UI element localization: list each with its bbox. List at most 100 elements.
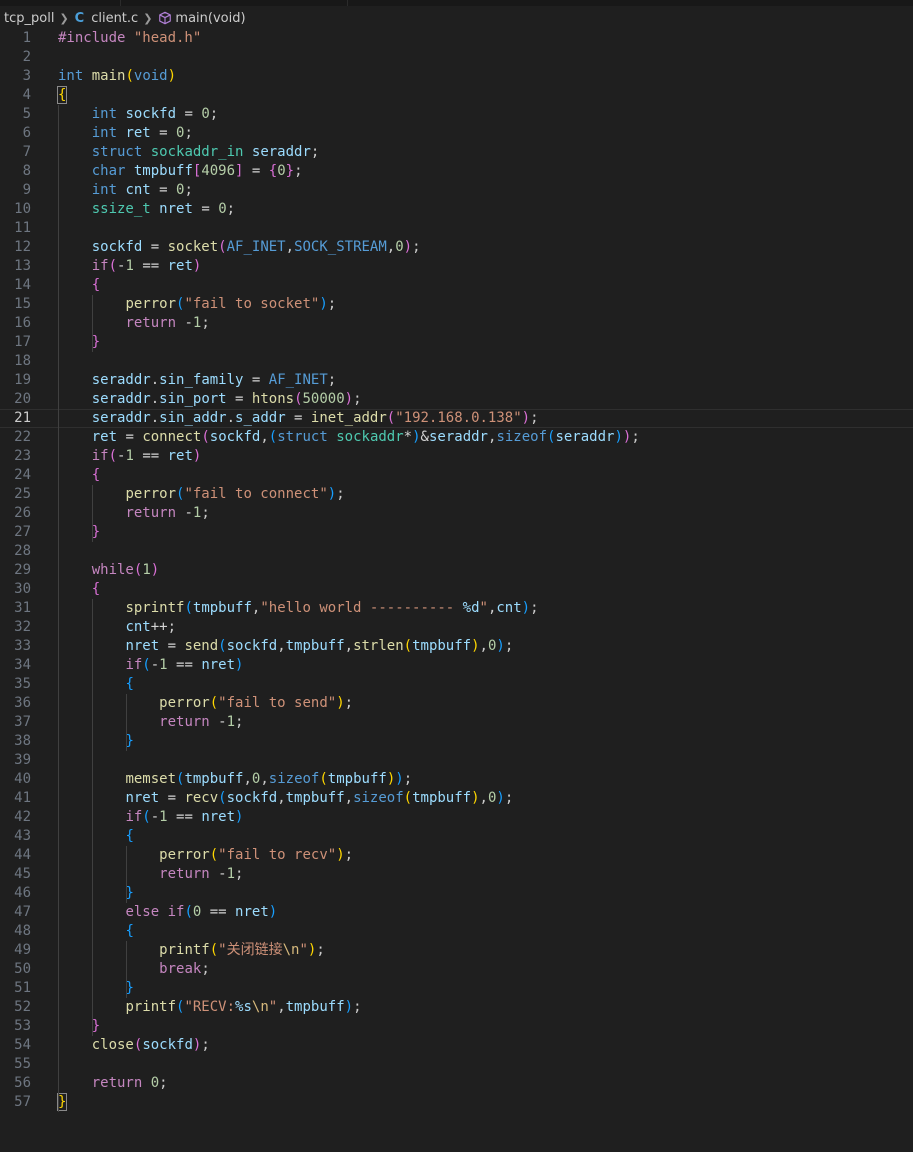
code-text: sockfd = socket(AF_INET,SOCK_STREAM,0); xyxy=(58,238,421,257)
code-line[interactable]: 45 return -1; xyxy=(0,865,913,884)
code-line[interactable]: 51 } xyxy=(0,979,913,998)
code-token: , xyxy=(479,790,488,806)
code-token: . xyxy=(150,410,160,426)
code-line[interactable]: 12 sockfd = socket(AF_INET,SOCK_STREAM,0… xyxy=(0,238,913,257)
code-line[interactable]: 28 xyxy=(0,542,913,561)
code-line[interactable]: 19 seraddr.sin_family = AF_INET; xyxy=(0,371,913,390)
code-line[interactable]: 42 if(-1 == nret) xyxy=(0,808,913,827)
breadcrumb-folder[interactable]: tcp_poll xyxy=(4,11,54,26)
code-token: ) xyxy=(614,429,623,445)
code-line[interactable]: 10 ssize_t nret = 0; xyxy=(0,200,913,219)
code-line[interactable]: 5 int sockfd = 0; xyxy=(0,105,913,124)
code-line[interactable]: 55 xyxy=(0,1055,913,1074)
code-line[interactable]: 24 { xyxy=(0,466,913,485)
code-token: ) xyxy=(471,638,480,654)
code-line[interactable]: 9 int cnt = 0; xyxy=(0,181,913,200)
code-line[interactable]: 11 xyxy=(0,219,913,238)
code-token: ( xyxy=(268,429,278,445)
code-line[interactable]: 16 return -1; xyxy=(0,314,913,333)
code-line[interactable]: 30 { xyxy=(0,580,913,599)
code-line[interactable]: 38 } xyxy=(0,732,913,751)
indent-guide xyxy=(92,295,93,352)
code-token: * xyxy=(403,429,413,445)
code-line[interactable]: 2 xyxy=(0,48,913,67)
breadcrumb-file[interactable]: client.c xyxy=(91,11,138,26)
code-line[interactable]: 1 #include "head.h" xyxy=(0,29,913,48)
code-line[interactable]: 39 xyxy=(0,751,913,770)
code-text: printf("关闭链接\n"); xyxy=(58,941,325,960)
code-text: while(1) xyxy=(58,561,159,580)
code-editor[interactable]: 1 #include "head.h" 2 3 int main(void) 4{5 in… xyxy=(0,29,913,1112)
code-line[interactable]: 46 } xyxy=(0,884,913,903)
code-token: tmpbuff xyxy=(285,638,345,654)
code-token: cnt xyxy=(496,600,522,616)
code-line[interactable]: 22 ret = connect(sockfd,(struct sockaddr… xyxy=(0,428,913,447)
code-line[interactable]: 56 return 0; xyxy=(0,1074,913,1093)
code-line[interactable]: 7 struct sockaddr_in seraddr; xyxy=(0,143,913,162)
code-text: else if(0 == nret) xyxy=(58,903,277,922)
code-token: 1 xyxy=(125,448,134,464)
code-line[interactable]: 13 if(-1 == ret) xyxy=(0,257,913,276)
code-line[interactable]: 14 { xyxy=(0,276,913,295)
code-line[interactable]: 20 seraddr.sin_port = htons(50000); xyxy=(0,390,913,409)
code-token: = xyxy=(159,790,185,806)
code-token: while xyxy=(91,562,134,578)
code-token: , xyxy=(277,790,286,806)
code-token: ; xyxy=(184,125,193,141)
code-line[interactable]: 31 sprintf(tmpbuff,"hello world --------… xyxy=(0,599,913,618)
code-line[interactable]: 33 nret = send(sockfd,tmpbuff,strlen(tmp… xyxy=(0,637,913,656)
breadcrumb-symbol[interactable]: main(void) xyxy=(175,11,245,26)
code-line[interactable]: 32 cnt++; xyxy=(0,618,913,637)
line-number: 5 xyxy=(22,106,31,122)
code-line[interactable]: 25 perror("fail to connect"); xyxy=(0,485,913,504)
code-token: = xyxy=(159,638,185,654)
code-line[interactable]: 41 nret = recv(sockfd,tmpbuff,sizeof(tmp… xyxy=(0,789,913,808)
code-line[interactable]: 40 memset(tmpbuff,0,sizeof(tmpbuff)); xyxy=(0,770,913,789)
code-token: 50000 xyxy=(302,391,345,407)
code-line[interactable]: 34 if(-1 == nret) xyxy=(0,656,913,675)
code-token: = xyxy=(117,429,143,445)
code-line[interactable]: 23 if(-1 == ret) xyxy=(0,447,913,466)
code-token: , xyxy=(386,239,396,255)
code-line[interactable]: 17 } xyxy=(0,333,913,352)
code-line[interactable]: 15 perror("fail to socket"); xyxy=(0,295,913,314)
code-token: = xyxy=(243,372,269,388)
code-line[interactable]: 53 } xyxy=(0,1017,913,1036)
code-token: return xyxy=(159,866,210,882)
code-line[interactable]: 48 { xyxy=(0,922,913,941)
code-line[interactable]: 50 break; xyxy=(0,960,913,979)
code-line[interactable]: 18 xyxy=(0,352,913,371)
code-line[interactable]: 49 printf("关闭链接\n"); xyxy=(0,941,913,960)
code-line[interactable]: 57} xyxy=(0,1093,913,1112)
code-text: { xyxy=(56,86,68,105)
code-line[interactable]: 36 perror("fail to send"); xyxy=(0,694,913,713)
code-line[interactable]: 35 { xyxy=(0,675,913,694)
code-line[interactable]: 37 return -1; xyxy=(0,713,913,732)
code-line[interactable]: 4{ xyxy=(0,86,913,105)
code-line[interactable]: 21 seraddr.sin_addr.s_addr = inet_addr("… xyxy=(0,409,913,428)
code-token: memset xyxy=(125,771,177,787)
code-text: printf("RECV:%s\n",tmpbuff); xyxy=(58,998,361,1017)
line-number: 13 xyxy=(14,258,31,274)
code-line[interactable]: 54 close(sockfd); xyxy=(0,1036,913,1055)
code-line[interactable]: 43 { xyxy=(0,827,913,846)
code-text: return -1; xyxy=(58,713,243,732)
line-number: 15 xyxy=(14,296,31,312)
code-line[interactable]: 47 else if(0 == nret) xyxy=(0,903,913,922)
code-token: char xyxy=(91,163,126,179)
code-token: ; xyxy=(336,486,345,502)
code-line[interactable]: 52 printf("RECV:%s\n",tmpbuff); xyxy=(0,998,913,1017)
code-line[interactable]: 27 } xyxy=(0,523,913,542)
line-number: 35 xyxy=(14,676,31,692)
code-line[interactable]: 29 while(1) xyxy=(0,561,913,580)
code-line[interactable]: 6 int ret = 0; xyxy=(0,124,913,143)
code-token: seraddr xyxy=(91,410,151,426)
code-token: . xyxy=(150,391,160,407)
code-line[interactable]: 3 int main(void) xyxy=(0,67,913,86)
code-token: sprintf xyxy=(125,600,185,616)
code-token: == xyxy=(133,258,168,274)
code-line[interactable]: 8 char tmpbuff[4096] = {0}; xyxy=(0,162,913,181)
code-line[interactable]: 44 perror("fail to recv"); xyxy=(0,846,913,865)
code-line[interactable]: 26 return -1; xyxy=(0,504,913,523)
line-number: 24 xyxy=(14,467,31,483)
